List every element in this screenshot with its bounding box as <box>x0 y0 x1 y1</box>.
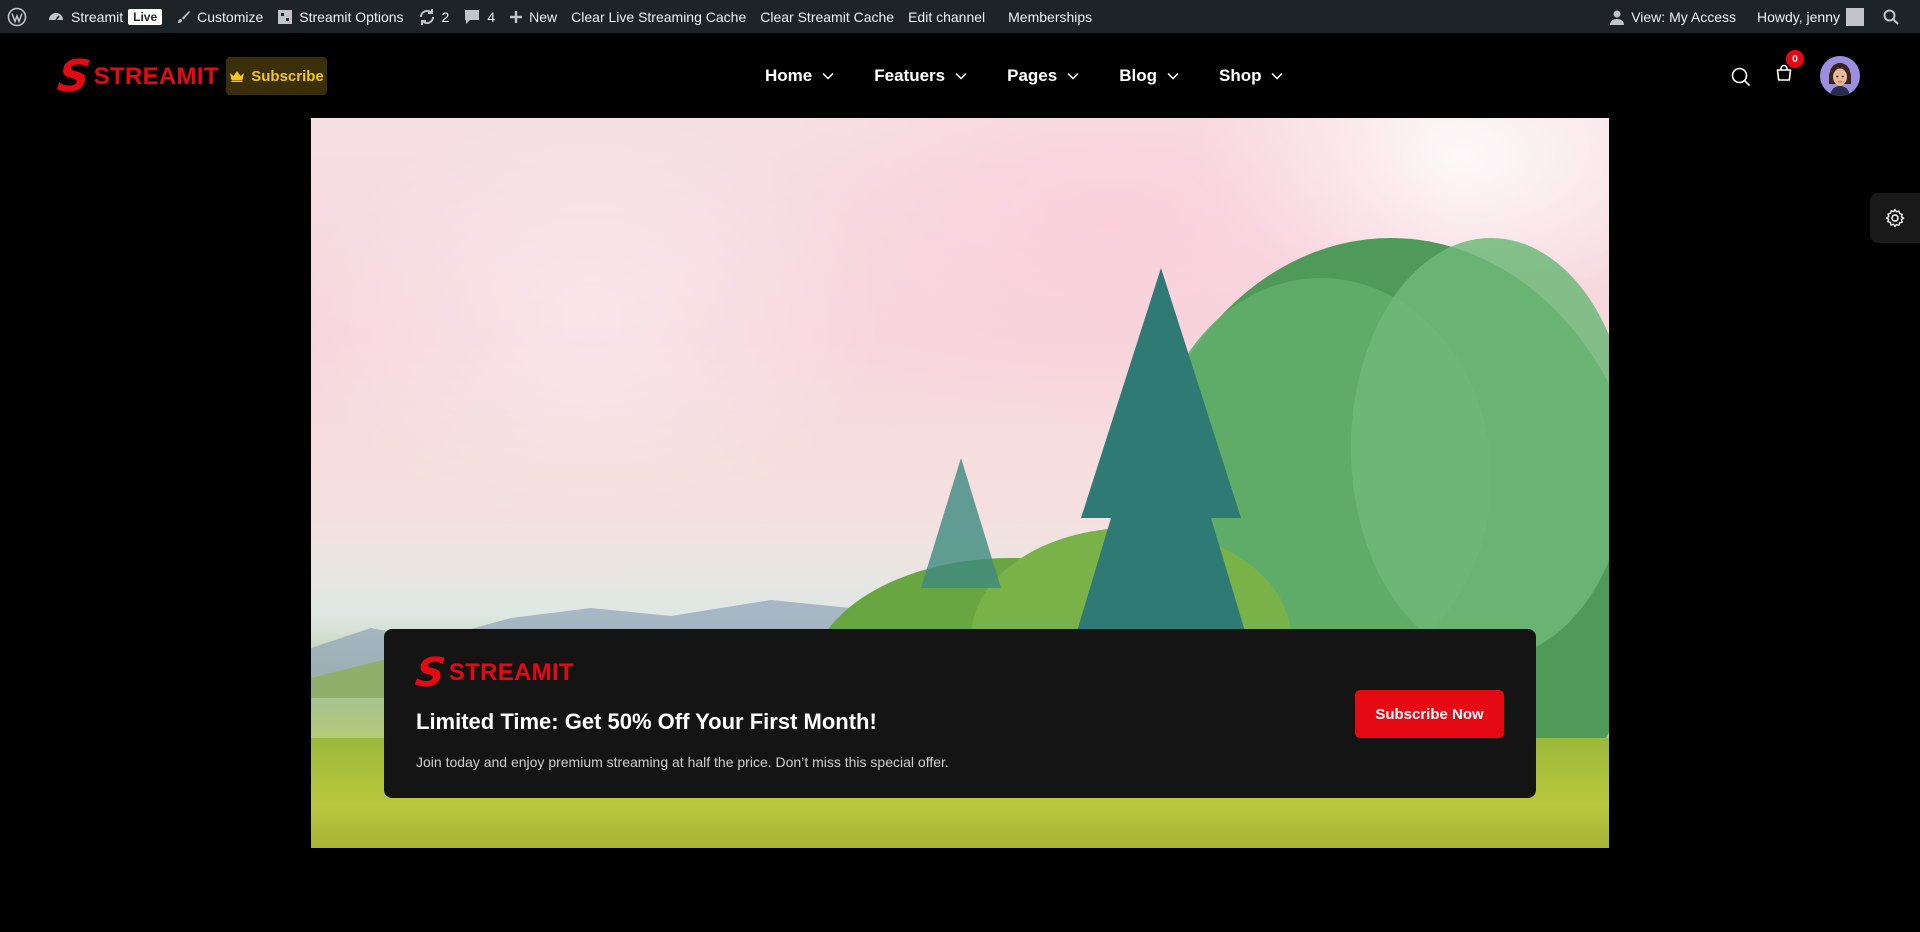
promo-card: S STREAMIT Limited Time: Get 50% Off You… <box>384 629 1536 798</box>
cart-button[interactable] <box>1775 64 1793 87</box>
main-nav: Home Featuers Pages Blog Shop <box>765 33 1323 118</box>
promo-logo-letter: S <box>412 650 449 696</box>
chevron-down-icon <box>955 72 967 80</box>
cart-count-badge: 0 <box>1786 50 1804 68</box>
updates-link[interactable]: 2 <box>411 0 457 33</box>
chevron-down-icon <box>822 72 834 80</box>
admin-avatar <box>1846 7 1864 26</box>
nav-label: Blog <box>1119 65 1157 85</box>
site-name-link[interactable]: Streamit <box>40 0 130 33</box>
header-search-button[interactable] <box>1731 67 1751 92</box>
user-icon <box>1610 10 1625 25</box>
admin-bar-right: View: My Access Howdy, jenny <box>1602 0 1920 33</box>
admin-bar-left: Streamit Live Customize Streamit Options… <box>0 0 1099 33</box>
new-content-link[interactable]: New <box>502 0 564 33</box>
updates-count: 2 <box>441 8 450 25</box>
options-icon <box>278 9 293 24</box>
subscribe-label: Subscribe <box>251 67 324 85</box>
howdy-label: Howdy, jenny <box>1756 8 1840 25</box>
subscribe-button[interactable]: Subscribe <box>226 57 327 95</box>
wordpress-menu[interactable] <box>0 0 40 33</box>
site-name: Streamit <box>71 8 124 25</box>
nav-label: Shop <box>1218 65 1262 85</box>
nav-item-blog[interactable]: Blog <box>1119 66 1179 86</box>
search-icon <box>1731 67 1751 87</box>
clear-live-label: Clear Live Streaming Cache <box>571 8 747 25</box>
nav-item-pages[interactable]: Pages <box>1007 66 1079 86</box>
customize-link[interactable]: Customize <box>168 0 270 33</box>
subscribe-now-button[interactable]: Subscribe Now <box>1355 690 1504 738</box>
site-logo[interactable]: S STREAMIT <box>54 51 219 102</box>
crown-icon <box>230 71 245 82</box>
promo-description: Join today and enjoy premium streaming a… <box>416 754 949 770</box>
options-label: Streamit Options <box>299 8 404 25</box>
nav-item-shop[interactable]: Shop <box>1219 66 1284 86</box>
brush-icon <box>178 10 191 23</box>
memberships-label: Memberships <box>1008 8 1093 25</box>
new-label: New <box>529 8 558 25</box>
nav-label: Featuers <box>874 65 946 85</box>
admin-bar: Streamit Live Customize Streamit Options… <box>0 0 1920 33</box>
customize-label: Customize <box>197 8 264 25</box>
view-access-label: View: My Access <box>1631 8 1736 25</box>
avatar-image <box>1820 56 1860 96</box>
comments-icon <box>465 9 480 24</box>
gear-icon <box>1885 208 1905 228</box>
clear-streamit-label: Clear Streamit Cache <box>760 8 895 25</box>
promo-title: Limited Time: Get 50% Off Your First Mon… <box>416 709 877 734</box>
live-badge: Live <box>128 8 163 25</box>
chevron-down-icon <box>1067 72 1079 80</box>
chevron-down-icon <box>1271 72 1284 80</box>
memberships-link[interactable]: Memberships <box>992 0 1099 33</box>
promo-logo-text: STREAMIT <box>448 659 574 686</box>
settings-panel-toggle[interactable] <box>1870 193 1920 243</box>
view-access-link[interactable]: View: My Access <box>1602 0 1743 33</box>
chevron-down-icon <box>1167 72 1179 80</box>
search-icon <box>1883 9 1899 25</box>
edit-channel-label: Edit channel <box>908 8 986 25</box>
wordpress-icon <box>7 7 27 26</box>
updates-icon <box>419 8 434 25</box>
promo-logo: S STREAMIT <box>412 650 574 696</box>
clear-live-cache-link[interactable]: Clear Live Streaming Cache <box>564 0 753 33</box>
options-link[interactable]: Streamit Options <box>270 0 410 33</box>
comments-link[interactable]: 4 <box>456 0 502 33</box>
nav-label: Pages <box>1007 65 1058 85</box>
logo-letter: S <box>54 51 94 102</box>
logo-text: STREAMIT <box>93 63 219 90</box>
plus-icon <box>510 10 523 23</box>
clear-streamit-cache-link[interactable]: Clear Streamit Cache <box>753 0 901 33</box>
nav-item-features[interactable]: Featuers <box>874 66 967 86</box>
user-avatar[interactable] <box>1820 56 1860 96</box>
nav-item-home[interactable]: Home <box>765 66 834 86</box>
site-header: S STREAMIT Subscribe Home Featuers Pages… <box>0 33 1920 118</box>
nav-label: Home <box>765 65 813 85</box>
my-account-link[interactable]: Howdy, jenny <box>1743 0 1871 33</box>
comments-count: 4 <box>487 8 496 25</box>
admin-search[interactable] <box>1871 0 1912 33</box>
dashboard-icon <box>49 12 63 20</box>
edit-channel-link[interactable]: Edit channel <box>901 0 992 33</box>
